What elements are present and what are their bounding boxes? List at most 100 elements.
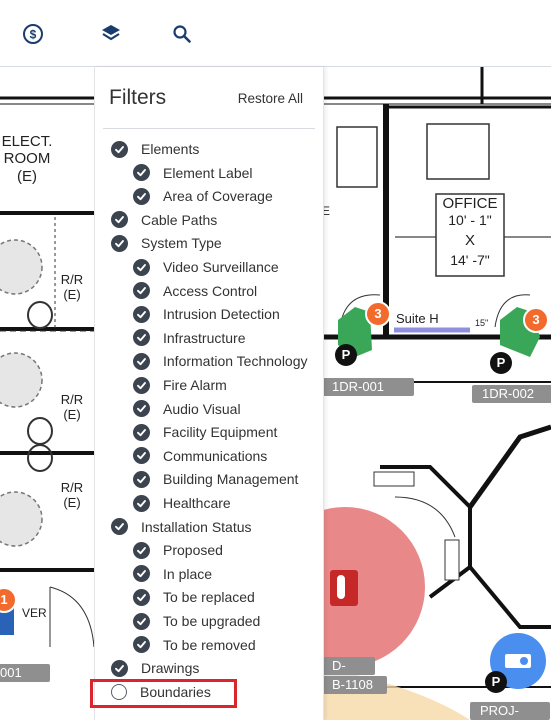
filter-item-video-surveillance[interactable]: Video Surveillance <box>133 256 279 278</box>
proposed-marker[interactable]: P <box>485 671 507 693</box>
filter-item-label: To be upgraded <box>163 613 261 629</box>
checkmark-icon[interactable] <box>133 305 150 323</box>
filter-item-intrusion-detection[interactable]: Intrusion Detection <box>133 303 280 325</box>
element-tag-b1108[interactable]: B-1108 <box>322 676 387 694</box>
office-title: OFFICE <box>442 195 498 212</box>
checkmark-icon[interactable] <box>133 164 150 182</box>
filter-item-element-label[interactable]: Element Label <box>133 162 253 184</box>
checkmark-icon[interactable] <box>111 234 128 252</box>
filter-item-label: Proposed <box>163 542 223 559</box>
device-count-badge[interactable]: 3 <box>523 307 549 333</box>
filter-item-in-place[interactable]: In place <box>133 563 212 585</box>
restroom-label-1: R/R (E) <box>60 272 84 302</box>
restroom-label-2: R/R (E) <box>60 392 84 422</box>
checkmark-icon[interactable] <box>133 187 150 205</box>
filter-item-facility-equipment[interactable]: Facility Equipment <box>133 421 277 443</box>
filter-item-to-be-removed[interactable]: To be removed <box>133 634 256 656</box>
filters-title: Filters <box>109 86 167 109</box>
top-toolbar: $ <box>0 0 551 67</box>
suite-label: Suite H <box>396 311 439 326</box>
checkmark-icon[interactable] <box>111 518 128 536</box>
filter-item-label: To be replaced <box>163 589 255 606</box>
filter-item-label: Elements <box>141 141 200 157</box>
search-icon[interactable] <box>166 18 198 50</box>
device-count-badge[interactable]: 3 <box>365 301 391 327</box>
filter-item-fire-alarm[interactable]: Fire Alarm <box>133 374 227 396</box>
filter-item-label: Fire Alarm <box>163 377 227 393</box>
restroom-label-3: R/R (E) <box>60 480 84 510</box>
filter-item-boundaries[interactable]: Boundaries <box>111 681 211 703</box>
checkmark-icon[interactable] <box>111 140 128 158</box>
checkmark-icon[interactable] <box>133 494 150 512</box>
filter-item-label: Access Control <box>163 282 258 299</box>
filters-panel: Filters Restore All Elements Element Labe… <box>94 67 324 720</box>
dollar-circle-icon[interactable]: $ <box>17 18 49 50</box>
element-tag-1dr002[interactable]: 1DR-002 <box>472 385 551 403</box>
filter-item-label: Facility Equipment <box>163 424 278 441</box>
checkmark-icon[interactable] <box>133 329 150 347</box>
filter-item-infrastructure[interactable]: Infrastructure <box>133 327 245 349</box>
filter-item-label: Infrastructure <box>163 329 246 346</box>
checkmark-icon[interactable] <box>133 588 150 606</box>
filter-item-healthcare[interactable]: Healthcare <box>133 492 231 514</box>
checkmark-icon[interactable] <box>133 423 150 441</box>
checkmark-icon[interactable] <box>133 400 150 418</box>
filter-item-label: Cable Paths <box>141 211 218 228</box>
unchecked-circle-icon[interactable] <box>111 683 127 700</box>
checkmark-icon[interactable] <box>111 659 128 677</box>
filter-item-elements[interactable]: Elements <box>111 138 199 160</box>
checkmark-icon[interactable] <box>133 447 150 465</box>
filter-item-access-control[interactable]: Access Control <box>133 280 257 302</box>
filter-item-label: Healthcare <box>163 495 231 511</box>
filter-item-area-of-coverage[interactable]: Area of Coverage <box>133 185 273 207</box>
filter-item-label: Building Management <box>163 471 299 488</box>
filter-item-to-be-replaced[interactable]: To be replaced <box>133 586 255 608</box>
filter-item-label: Area of Coverage <box>163 188 273 205</box>
filter-item-label: Intrusion Detection <box>163 306 280 323</box>
filter-item-label: Installation Status <box>141 518 252 535</box>
filters-divider <box>103 128 315 129</box>
filter-item-audio-visual[interactable]: Audio Visual <box>133 398 241 420</box>
filter-item-label: System Type <box>141 235 222 252</box>
checkmark-icon[interactable] <box>133 376 150 394</box>
filter-item-system-type[interactable]: System Type <box>111 232 222 254</box>
filter-item-building-management[interactable]: Building Management <box>133 468 298 490</box>
filter-item-label: Drawings <box>141 660 200 677</box>
element-tag-d001[interactable]: D-001 <box>322 657 375 691</box>
checkmark-icon[interactable] <box>133 258 150 276</box>
filter-item-label: Element Label <box>163 164 253 181</box>
checkmark-icon[interactable] <box>133 282 150 300</box>
elect-room-label: ELECT. ROOM (E) <box>1 133 53 185</box>
element-tag-proj001[interactable]: PROJ-001 <box>470 702 550 720</box>
filter-item-label: To be removed <box>163 636 256 653</box>
filter-item-label: Communications <box>163 447 268 464</box>
office-dimension-x: X <box>464 232 475 249</box>
filter-item-communications[interactable]: Communications <box>133 445 267 467</box>
checkmark-icon[interactable] <box>133 470 150 488</box>
proposed-marker[interactable]: P <box>335 344 357 366</box>
layers-icon[interactable] <box>95 18 127 50</box>
checkmark-icon[interactable] <box>133 541 150 559</box>
filter-item-to-be-upgraded[interactable]: To be upgraded <box>133 610 260 632</box>
checkmark-icon[interactable] <box>111 211 128 229</box>
checkmark-icon[interactable] <box>133 565 150 583</box>
dimension-15-label: 15" <box>475 318 489 328</box>
filter-item-label: Audio Visual <box>163 400 241 417</box>
checkmark-icon[interactable] <box>133 352 150 370</box>
filter-item-proposed[interactable]: Proposed <box>133 539 223 561</box>
filter-item-label: In place <box>163 565 213 582</box>
filter-item-drawings[interactable]: Drawings <box>111 657 199 679</box>
element-tag-1dr001[interactable]: 1DR-001 <box>322 378 414 396</box>
filter-item-information-technology[interactable]: Information Technology <box>133 350 308 372</box>
proposed-marker[interactable]: P <box>490 352 512 374</box>
office-dimension-2: 14' -7" <box>450 252 490 268</box>
ver-label: VER <box>22 606 47 620</box>
office-dimension-1: 10' - 1" <box>448 212 492 228</box>
restore-all-button[interactable]: Restore All <box>238 91 303 106</box>
filter-item-installation-status[interactable]: Installation Status <box>111 516 252 538</box>
element-tag-001[interactable]: 001 <box>0 664 50 682</box>
filter-item-label: Boundaries <box>140 683 211 700</box>
filter-item-cable-paths[interactable]: Cable Paths <box>111 209 217 231</box>
checkmark-icon[interactable] <box>133 612 150 630</box>
checkmark-icon[interactable] <box>133 636 150 654</box>
